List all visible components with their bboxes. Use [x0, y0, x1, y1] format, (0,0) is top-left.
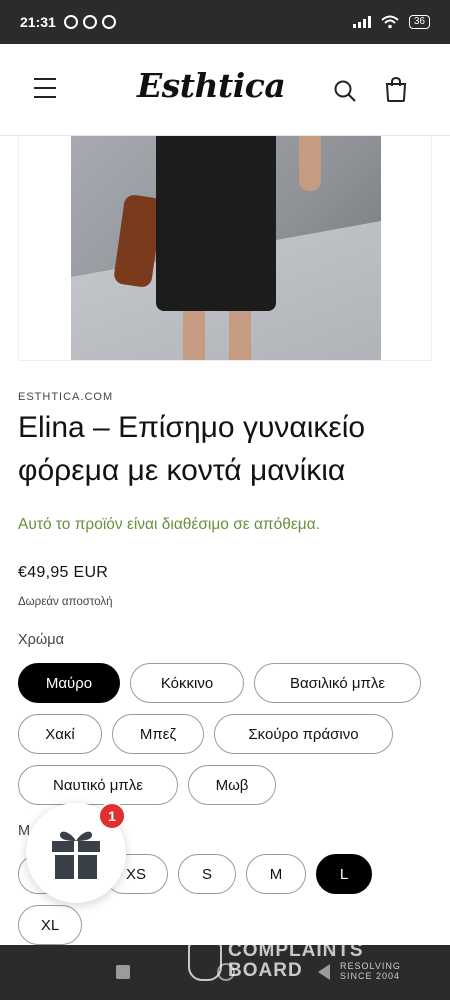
color-option-khaki[interactable]: Χακί — [18, 714, 102, 754]
signal-icon — [352, 16, 371, 28]
recent-apps-icon[interactable] — [116, 965, 130, 979]
chat-icon — [82, 15, 97, 29]
watermark-line1: COMPLAINTS — [228, 940, 364, 961]
watermark-logo: COMPLAINTS BOARD RESOLVING SINCE 2004 — [188, 940, 408, 984]
viber-icon — [101, 15, 116, 29]
status-time: 21:31 — [20, 14, 56, 30]
size-option-xl[interactable]: XL — [18, 905, 82, 945]
alarm-icon — [63, 15, 78, 29]
size-option-m[interactable]: M — [246, 854, 306, 894]
search-icon[interactable] — [333, 79, 357, 103]
color-option-purple[interactable]: Μωβ — [188, 765, 276, 805]
color-option-red[interactable]: Κόκκινο — [130, 663, 244, 703]
size-option-l[interactable]: L — [316, 854, 372, 894]
gift-icon — [52, 831, 100, 879]
stock-status: Αυτό το προϊόν είναι διαθέσιμο σε απόθεμ… — [18, 516, 320, 533]
status-bar: 21:31 36 — [0, 0, 450, 44]
status-notification-icons — [63, 15, 116, 29]
color-label: Χρώμα — [18, 632, 64, 648]
menu-icon[interactable] — [34, 78, 58, 100]
watermark-tag2: SINCE 2004 — [340, 971, 401, 981]
size-option-s[interactable]: S — [178, 854, 236, 894]
watermark-tag1: RESOLVING — [340, 961, 401, 971]
color-option-beige[interactable]: Μπεζ — [112, 714, 204, 754]
product-vendor: ESTHTICA.COM — [18, 391, 114, 403]
product-title: Elina – Επίσημο γυναικείο φόρεμα με κοντ… — [18, 411, 366, 487]
product-price: €49,95 EUR — [18, 564, 109, 581]
cart-icon[interactable] — [384, 77, 408, 103]
shipping-note: Δωρεάν αποστολή — [18, 596, 113, 608]
product-image[interactable] — [18, 136, 432, 361]
color-option-navy-blue[interactable]: Ναυτικό μπλε — [18, 765, 178, 805]
wifi-icon — [381, 15, 399, 29]
gift-notification-badge: 1 — [98, 802, 126, 830]
color-option-black[interactable]: Μαύρο — [18, 663, 120, 703]
watermark-line2: BOARD — [228, 960, 303, 981]
shield-icon — [188, 943, 222, 981]
product-photo — [71, 136, 381, 360]
site-logo[interactable]: Esthtica — [137, 66, 286, 105]
color-option-dark-green[interactable]: Σκούρο πράσινο — [214, 714, 393, 754]
battery-indicator: 36 — [408, 15, 430, 29]
site-header: Esthtica — [0, 44, 450, 136]
color-option-royal-blue[interactable]: Βασιλικό μπλε — [254, 663, 421, 703]
